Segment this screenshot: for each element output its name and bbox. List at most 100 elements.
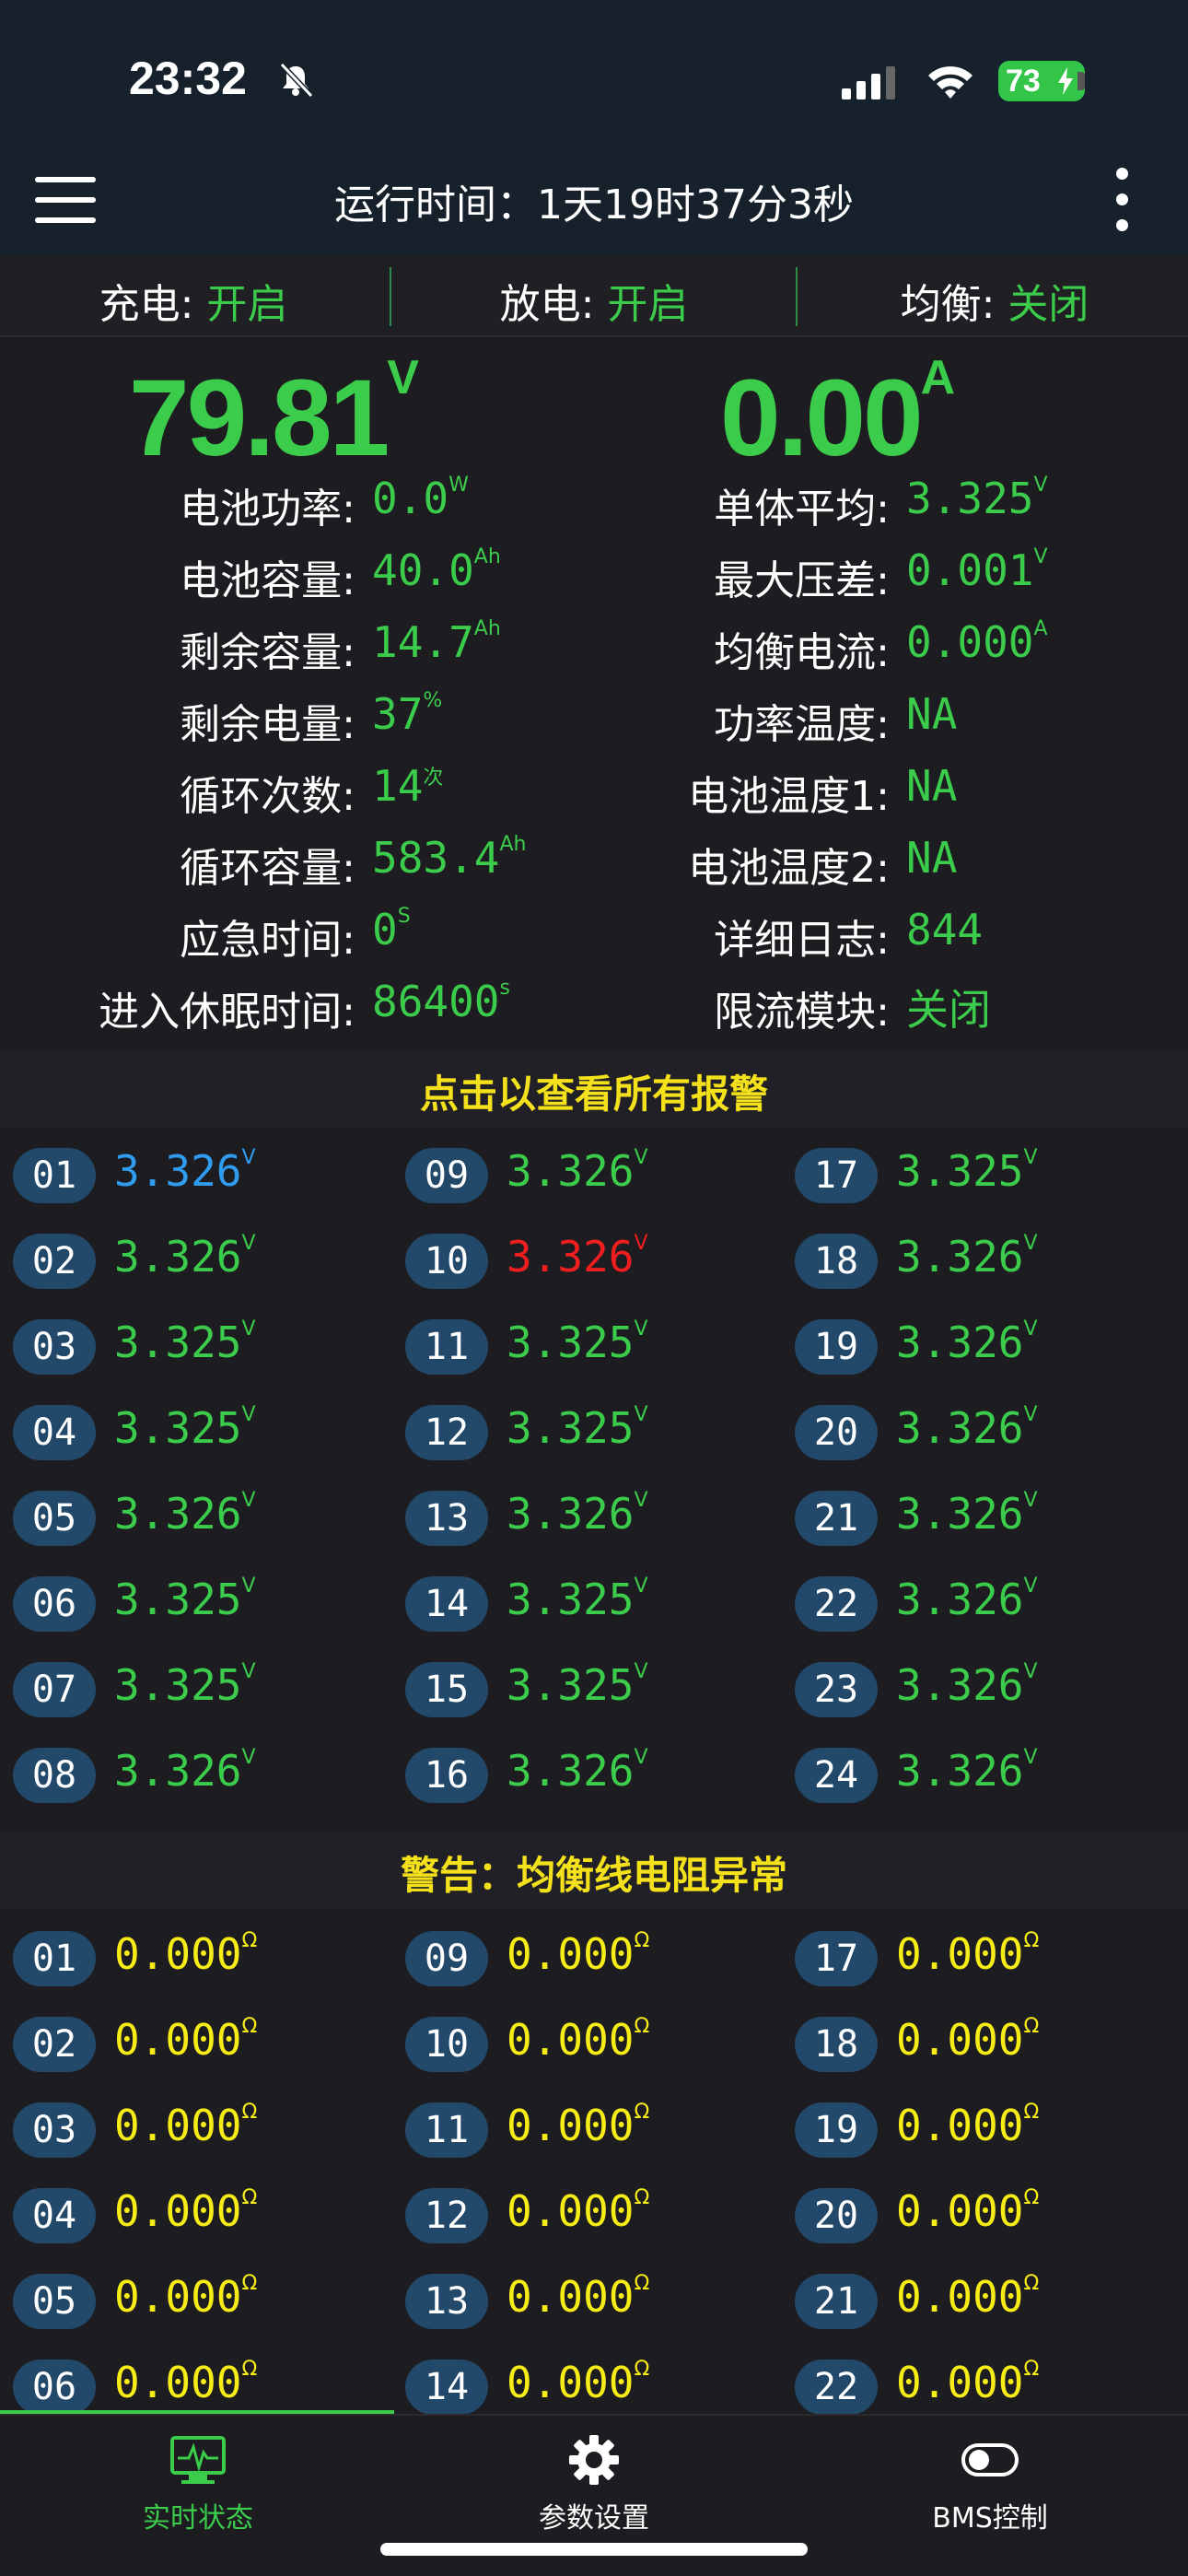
cell-voltage-value: 3.326V xyxy=(896,1232,1038,1282)
cell-number-badge: 11 xyxy=(405,1319,488,1375)
resistance-number-badge: 04 xyxy=(13,2188,96,2243)
gear-icon xyxy=(569,2435,619,2485)
cell-voltage-value: 3.325V xyxy=(114,1660,256,1710)
stat-label: 限流模块: xyxy=(714,989,890,1036)
tab-parameter-settings[interactable]: 参数设置 xyxy=(396,2434,792,2535)
resistance-number-badge: 12 xyxy=(405,2188,488,2243)
stat-value: 40.0Ah xyxy=(372,545,501,595)
divider xyxy=(796,267,798,326)
stat-label: 电池温度1: xyxy=(688,773,890,820)
status-time: 23:32 xyxy=(129,53,247,104)
resistance-number-badge: 10 xyxy=(405,2017,488,2072)
tab-realtime-status[interactable]: 实时状态 xyxy=(0,2434,396,2535)
resistance-value: 0.000Ω xyxy=(507,2272,650,2322)
cell-voltage-value: 3.326V xyxy=(896,1489,1038,1539)
resistance-value: 0.000Ω xyxy=(114,1929,258,1979)
cell-number-badge: 17 xyxy=(795,1148,878,1203)
resistance-number-badge: 17 xyxy=(795,1931,878,1986)
monitor-pulse-icon xyxy=(170,2436,226,2484)
cell-voltage-value: 3.326V xyxy=(114,1489,256,1539)
resistance-value: 0.000Ω xyxy=(896,2272,1040,2322)
resistance-number-badge: 09 xyxy=(405,1931,488,1986)
cell-number-badge: 18 xyxy=(795,1234,878,1289)
stat-value: 14次 xyxy=(372,761,444,811)
cell-number-badge: 16 xyxy=(405,1748,488,1803)
stat-value: 14.7Ah xyxy=(372,617,501,667)
resistance-value: 0.000Ω xyxy=(896,2101,1040,2150)
resistance-number-badge: 20 xyxy=(795,2188,878,2243)
resistance-value: 0.000Ω xyxy=(507,2101,650,2150)
resistance-number-badge: 14 xyxy=(405,2359,488,2415)
cell-voltage-value: 3.325V xyxy=(507,1403,648,1453)
battery-cap xyxy=(1077,72,1085,90)
cell-voltage-value: 3.326V xyxy=(114,1232,256,1282)
stat-label: 单体平均: xyxy=(714,486,890,533)
cell-number-badge: 14 xyxy=(405,1576,488,1632)
resistance-number-badge: 02 xyxy=(13,2017,96,2072)
resistance-value: 0.000Ω xyxy=(114,2358,258,2407)
cell-voltage-value: 3.326V xyxy=(896,1746,1038,1796)
stat-value: 0S xyxy=(372,905,411,954)
cell-voltage-value: 3.326V xyxy=(114,1746,256,1796)
resistance-number-badge: 05 xyxy=(13,2274,96,2329)
cell-number-badge: 10 xyxy=(405,1234,488,1289)
cell-voltage-value: 3.326V xyxy=(507,1232,648,1282)
cell-number-badge: 07 xyxy=(13,1662,96,1717)
cell-number-badge: 04 xyxy=(13,1405,96,1460)
runtime-title: 运行时间：1天19时37分3秒 xyxy=(334,181,854,228)
resistance-value: 0.000Ω xyxy=(114,2101,258,2150)
cell-number-badge: 19 xyxy=(795,1319,878,1375)
cell-number-badge: 23 xyxy=(795,1662,878,1717)
cell-number-badge: 24 xyxy=(795,1748,878,1803)
resistance-value: 0.000Ω xyxy=(896,2358,1040,2407)
stat-label: 电池功率: xyxy=(180,486,355,533)
stat-label: 循环次数: xyxy=(180,773,355,820)
stat-value: 583.4Ah xyxy=(372,833,527,883)
cell-number-badge: 21 xyxy=(795,1491,878,1546)
balance-status[interactable]: 均衡: 关闭 xyxy=(801,271,1188,330)
cell-number-badge: 08 xyxy=(13,1748,96,1803)
tab-bms-control[interactable]: BMS控制 xyxy=(792,2434,1188,2535)
resistance-value: 0.000Ω xyxy=(896,2186,1040,2236)
charge-status[interactable]: 充电: 开启 xyxy=(0,271,387,330)
cell-number-badge: 01 xyxy=(13,1148,96,1203)
stat-label: 详细日志: xyxy=(714,917,890,964)
more-options-icon[interactable] xyxy=(1105,166,1138,236)
resistance-value: 0.000Ω xyxy=(507,2015,650,2065)
cell-number-badge: 09 xyxy=(405,1148,488,1203)
resistance-number-badge: 11 xyxy=(405,2102,488,2158)
switch-status-bar: 充电: 开启 放电: 开启 均衡: 关闭 xyxy=(0,256,1188,337)
cell-voltage-value: 3.326V xyxy=(896,1660,1038,1710)
stat-value[interactable]: 844 xyxy=(906,905,983,954)
toggle-switch-icon xyxy=(961,2443,1019,2476)
resistance-number-badge: 18 xyxy=(795,2017,878,2072)
stat-value: 0.0W xyxy=(372,474,469,523)
discharge-status[interactable]: 放电: 开启 xyxy=(401,271,787,330)
resistance-number-badge: 21 xyxy=(795,2274,878,2329)
cell-number-badge: 02 xyxy=(13,1234,96,1289)
resistance-value: 0.000Ω xyxy=(896,1929,1040,1979)
cell-number-badge: 22 xyxy=(795,1576,878,1632)
stat-label: 功率温度: xyxy=(714,701,890,748)
cell-voltage-value: 3.326V xyxy=(507,1746,648,1796)
resistance-value: 0.000Ω xyxy=(114,2186,258,2236)
cell-voltage-value: 3.326V xyxy=(896,1403,1038,1453)
stat-label: 剩余电量: xyxy=(180,701,355,748)
resistance-value: 0.000Ω xyxy=(507,2358,650,2407)
cellular-signal-icon xyxy=(842,66,895,100)
resistance-value: 0.000Ω xyxy=(896,2015,1040,2065)
stat-label: 均衡电流: xyxy=(714,629,890,676)
cell-voltage-value: 3.325V xyxy=(507,1575,648,1624)
resistance-number-badge: 01 xyxy=(13,1931,96,1986)
cell-voltage-value: 3.325V xyxy=(114,1317,256,1367)
resistance-number-badge: 22 xyxy=(795,2359,878,2415)
view-alarms-link[interactable]: 点击以查看所有报警 xyxy=(0,1050,1188,1128)
warning-title: 警告：均衡线电阻异常 xyxy=(0,1832,1188,1909)
cell-voltage-value: 3.325V xyxy=(114,1575,256,1624)
cell-number-badge: 15 xyxy=(405,1662,488,1717)
cell-voltage-value: 3.325V xyxy=(507,1317,648,1367)
stat-value: NA xyxy=(906,761,958,811)
title-bar: 运行时间：1天19时37分3秒 xyxy=(0,147,1188,256)
cell-voltage-value: 3.326V xyxy=(507,1146,648,1196)
total-voltage: 79.81V xyxy=(129,351,419,479)
